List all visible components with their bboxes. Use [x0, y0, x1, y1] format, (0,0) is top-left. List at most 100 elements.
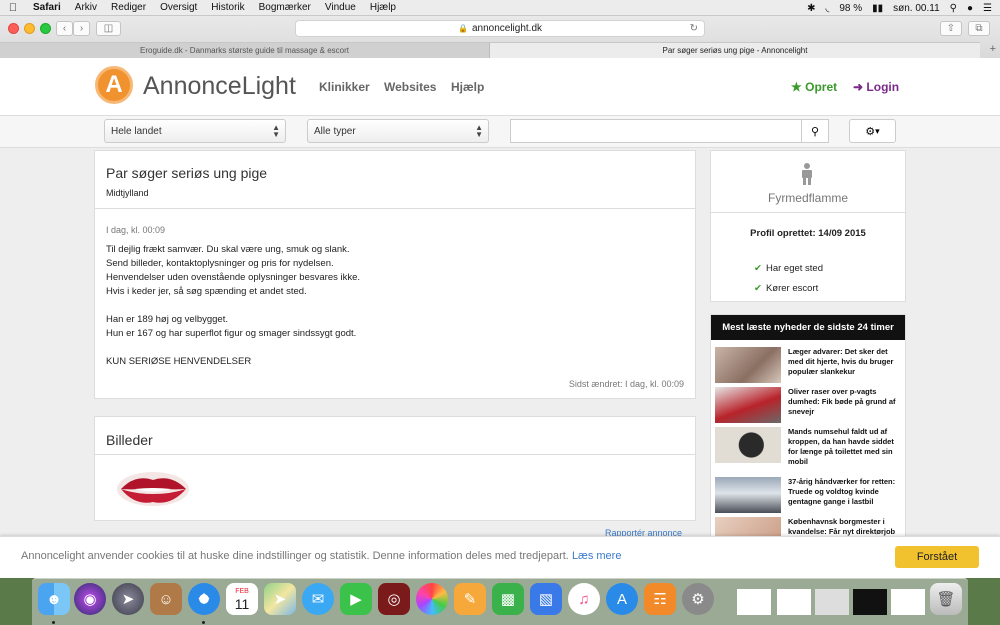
tab-eroguide-label: Eroguide.dk - Danmarks største guide til…	[140, 46, 349, 55]
opret-link[interactable]: ★ Opret	[791, 80, 837, 94]
address-bar[interactable]: 🔒 annoncelight.dk ↻	[295, 20, 705, 37]
chevron-down-icon: ▾	[875, 125, 880, 136]
zoom-window-button[interactable]	[40, 23, 51, 34]
app-store-icon[interactable]: A	[606, 583, 638, 615]
pages-icon[interactable]: ✎	[454, 583, 486, 615]
ibooks-icon[interactable]: ☶	[644, 583, 676, 615]
read-more-link[interactable]: Læs mere	[572, 550, 622, 562]
minimized-window-thumbnail[interactable]	[853, 589, 887, 615]
apple-menu-icon[interactable]: 	[0, 2, 26, 14]
trash-icon[interactable]: 🗑	[930, 583, 962, 615]
menu-oversigt[interactable]: Oversigt	[153, 2, 204, 13]
news-item[interactable]: Oliver raser over p-vagts dumhed: Fik bø…	[715, 387, 903, 427]
search-button[interactable]: ⚲	[801, 119, 829, 143]
news-headline[interactable]: Læger advarer: Det sker det med dit hjer…	[788, 347, 904, 377]
news-thumbnail[interactable]	[715, 387, 781, 423]
news-headline[interactable]: Københavnsk borgmester i kvandelse: Får …	[788, 517, 904, 537]
new-tab-button[interactable]: +	[990, 43, 996, 55]
ad-body: Til dejlig frækt samvær. Du skal være un…	[106, 243, 360, 369]
nav-hjaelp[interactable]: Hjælp	[451, 80, 484, 94]
sidebar-button[interactable]: ◫	[96, 21, 121, 36]
divider	[95, 454, 695, 455]
news-thumbnail[interactable]	[715, 427, 781, 463]
minimized-window-thumbnail[interactable]	[891, 589, 925, 615]
safari-icon[interactable]: ❖	[188, 583, 220, 615]
nav-websites[interactable]: Websites	[384, 80, 436, 94]
minimized-window-thumbnail[interactable]	[777, 589, 811, 615]
notification-center-icon[interactable]: ☰	[983, 3, 992, 14]
photos-icon[interactable]	[416, 583, 448, 615]
news-item[interactable]: Mands numsehul faldt ud af kroppen, da h…	[715, 427, 903, 467]
login-label: Login	[866, 80, 900, 94]
contacts-icon[interactable]: ☺	[150, 583, 182, 615]
profile-username[interactable]: Fyrmedflamme	[711, 191, 905, 205]
minimize-window-button[interactable]	[24, 23, 35, 34]
battery-percent[interactable]: 98 %	[839, 3, 862, 14]
wifi-icon[interactable]: ◟	[825, 3, 829, 14]
reload-icon[interactable]: ↻	[690, 23, 698, 34]
news-thumbnail[interactable]	[715, 347, 781, 383]
lock-icon: 🔒	[457, 24, 468, 33]
system-preferences-icon[interactable]: ⚙	[682, 583, 714, 615]
share-button[interactable]: ⇧	[940, 21, 962, 36]
logo-text[interactable]: AnnonceLight	[143, 72, 296, 101]
male-user-icon	[800, 163, 814, 190]
messages-icon[interactable]: ✉	[302, 583, 334, 615]
tabs-overview-button[interactable]: ⧉	[968, 21, 990, 36]
region-select[interactable]: Hele landet ▲ ▼	[104, 119, 286, 143]
facetime-icon[interactable]: ▶	[340, 583, 372, 615]
menu-arkiv[interactable]: Arkiv	[68, 2, 104, 13]
user-avatar-icon[interactable]: ●	[967, 3, 973, 14]
cookie-banner: Annoncelight anvender cookies til at hus…	[0, 536, 1000, 578]
menu-vindue[interactable]: Vindue	[318, 2, 363, 13]
keynote-icon[interactable]: ▧	[530, 583, 562, 615]
logo-icon[interactable]: A	[95, 66, 133, 104]
maps-icon[interactable]: ➤	[264, 583, 296, 615]
ad-body-line: Hvis i keder jer, så søg spænding et and…	[106, 286, 307, 297]
menu-rediger[interactable]: Rediger	[104, 2, 153, 13]
battery-icon[interactable]: ▮▮	[872, 3, 883, 14]
ad-body-line: Henvendelser uden ovenstående oplysninge…	[106, 272, 361, 283]
nav-klinikker[interactable]: Klinikker	[319, 80, 370, 94]
launchpad-icon[interactable]: ➤	[112, 583, 144, 615]
news-item[interactable]: Læger advarer: Det sker det med dit hjer…	[715, 347, 903, 387]
running-indicator	[202, 621, 205, 624]
news-headline[interactable]: Mands numsehul faldt ud af kroppen, da h…	[788, 427, 904, 467]
settings-dropdown-button[interactable]: ⚙ ▾	[849, 119, 896, 143]
menu-bogmaerker[interactable]: Bogmærker	[252, 2, 318, 13]
calendar-icon[interactable]: FEB 11	[226, 583, 258, 615]
profile-created: Profil oprettet: 14/09 2015	[750, 228, 866, 239]
spotlight-icon[interactable]: ⚲	[950, 3, 957, 14]
news-headline[interactable]: 37-årig håndværker for retten: Truede og…	[788, 477, 904, 507]
close-window-button[interactable]	[8, 23, 19, 34]
photo-booth-icon[interactable]: ◎	[378, 583, 410, 615]
itunes-icon[interactable]: ♫	[568, 583, 600, 615]
ad-photo-thumbnail[interactable]	[115, 468, 192, 510]
menu-hjaelp[interactable]: Hjælp	[363, 2, 403, 13]
type-select[interactable]: Alle typer ▲ ▼	[307, 119, 489, 143]
menubar-clock[interactable]: søn. 00.11	[893, 3, 940, 14]
accept-cookies-button[interactable]: Forstået	[895, 546, 979, 568]
back-button[interactable]: ‹	[56, 21, 73, 36]
feature-item: ✔ Kører escort	[754, 283, 818, 294]
news-item[interactable]: 37-årig håndværker for retten: Truede og…	[715, 477, 903, 517]
siri-icon[interactable]: ◉	[74, 583, 106, 615]
login-link[interactable]: ➜ Login	[853, 80, 899, 94]
finder-icon[interactable]: ☻	[38, 583, 70, 615]
news-thumbnail[interactable]	[715, 477, 781, 513]
menu-historik[interactable]: Historik	[204, 2, 251, 13]
running-indicator	[52, 621, 55, 624]
tab-annoncelight-label: Par søger seriøs ung pige - Annoncelight	[662, 46, 808, 55]
news-headline[interactable]: Oliver raser over p-vagts dumhed: Fik bø…	[788, 387, 904, 417]
numbers-icon[interactable]: ▩	[492, 583, 524, 615]
search-input[interactable]	[510, 119, 802, 143]
menu-app-name[interactable]: Safari	[26, 2, 68, 13]
forward-button[interactable]: ›	[73, 21, 90, 36]
bluetooth-icon[interactable]: ✱	[807, 3, 815, 14]
news-heading: Mest læste nyheder de sidste 24 timer	[711, 315, 905, 340]
minimized-window-thumbnail[interactable]	[815, 589, 849, 615]
share-icon: ⇧	[946, 23, 956, 34]
minimized-window-thumbnail[interactable]	[737, 589, 771, 615]
tab-eroguide[interactable]: Eroguide.dk - Danmarks største guide til…	[0, 42, 490, 58]
tab-annoncelight[interactable]: Par søger seriøs ung pige - Annoncelight	[490, 42, 980, 58]
